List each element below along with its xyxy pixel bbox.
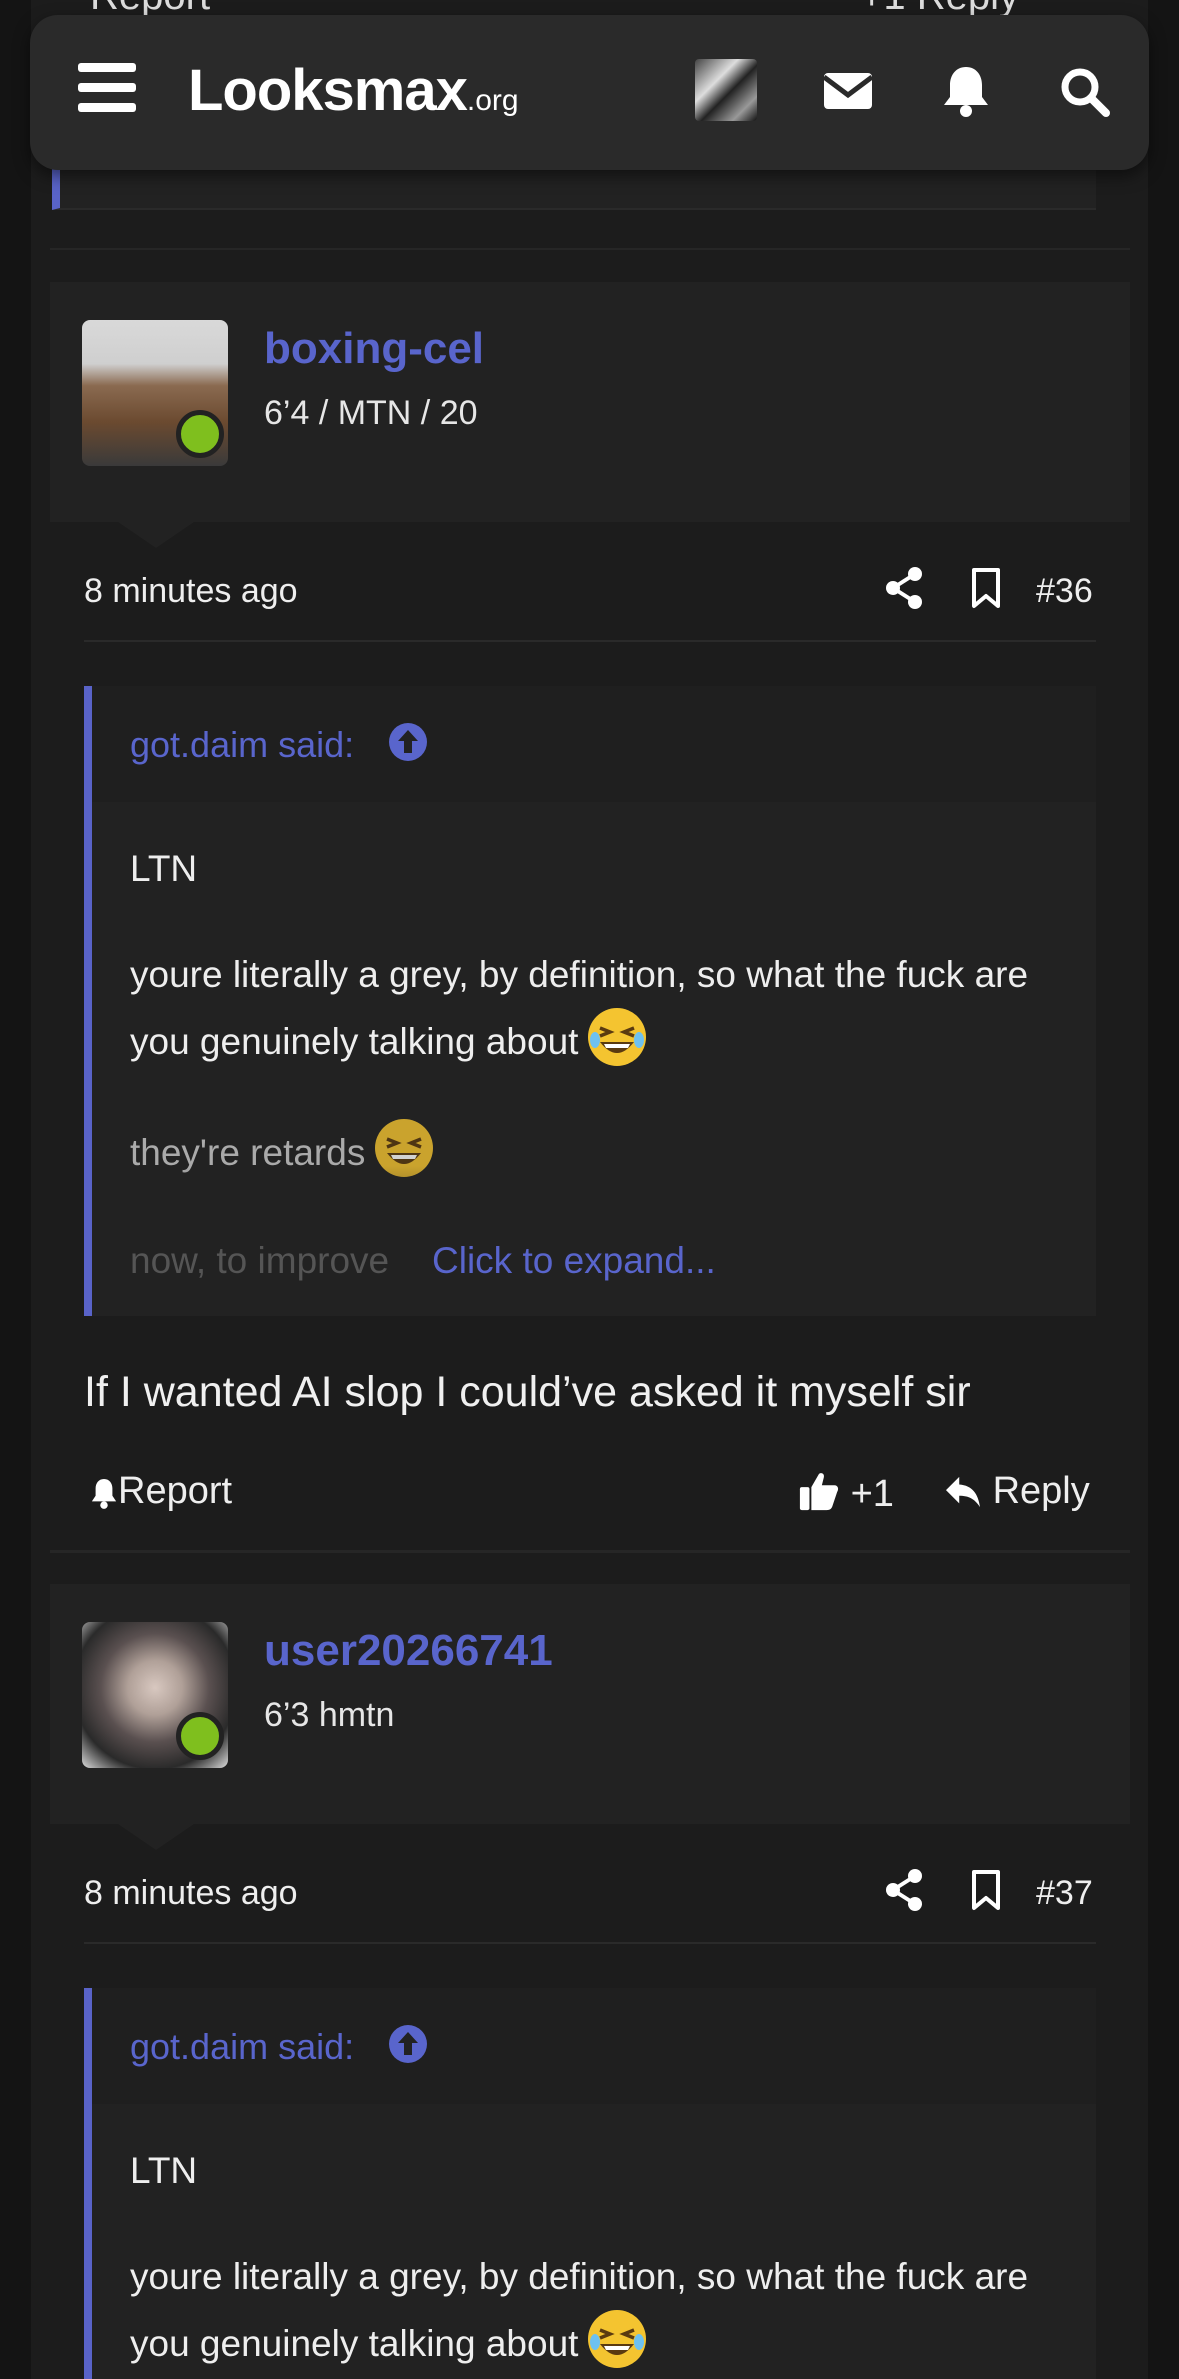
quote-header: got.daim said:	[92, 686, 1096, 802]
online-status-indicator	[176, 1712, 224, 1760]
share-icon[interactable]	[884, 566, 924, 610]
envelope-icon[interactable]	[820, 63, 876, 119]
post-message: If I wanted AI slop I could’ve asked it …	[84, 1368, 971, 1416]
online-status-indicator	[176, 410, 224, 458]
bell-icon[interactable]	[938, 63, 994, 119]
post-number-link[interactable]: #37	[1036, 1874, 1093, 1913]
post-divider	[50, 1550, 1130, 1553]
search-icon[interactable]	[1056, 63, 1112, 119]
username-link[interactable]: user20266741	[264, 1626, 553, 1676]
quote-author-link[interactable]: got.daim said:	[130, 2026, 354, 2068]
bookmark-icon[interactable]	[968, 1868, 1004, 1912]
menu-icon[interactable]	[78, 63, 136, 113]
user-header-pointer	[118, 522, 194, 548]
account-avatar[interactable]	[695, 59, 757, 121]
quote-author-link[interactable]: got.daim said:	[130, 724, 354, 766]
bookmark-icon[interactable]	[968, 566, 1004, 610]
peek-report: Report	[90, 0, 210, 15]
bell-icon	[91, 1479, 117, 1509]
quote-content: LTN youre literally a grey, by definitio…	[130, 2140, 1070, 2379]
click-to-expand-link[interactable]: Click to expand...	[432, 1240, 716, 1282]
like-count: +1	[850, 1473, 894, 1515]
quote-line: LTN	[130, 2150, 198, 2191]
reply-arrow-icon	[946, 1476, 980, 1508]
username-link[interactable]: boxing-cel	[264, 324, 484, 374]
post-meta: 8 minutes ago #36	[84, 562, 1096, 642]
share-icon[interactable]	[884, 1868, 924, 1912]
post-number-link[interactable]: #36	[1036, 572, 1093, 611]
reply-button[interactable]: Reply	[944, 1470, 1090, 1513]
post-timestamp[interactable]: 8 minutes ago	[84, 1874, 298, 1913]
report-button[interactable]: Report	[90, 1470, 232, 1513]
peek-reply: +1 Reply	[860, 0, 1019, 15]
post-37: user20266741 6’3 hmtn 8 minutes ago #37 …	[50, 1584, 1130, 2379]
logo-text: Looksmax	[188, 58, 468, 123]
quote-block: got.daim said: LTN youre literally a gre…	[84, 686, 1096, 1316]
quote-line-with-emoji: youre literally a grey, by definition, s…	[130, 2246, 1070, 2375]
thumbs-up-icon	[799, 1473, 839, 1511]
post-user-header: user20266741 6’3 hmtn	[50, 1584, 1130, 1824]
quote-line-faded: now, to improve	[130, 1240, 390, 1281]
user-title: 6’3 hmtn	[264, 1696, 395, 1734]
quote-header: got.daim said:	[92, 1988, 1096, 2104]
post-timestamp[interactable]: 8 minutes ago	[84, 572, 298, 611]
reply-label: Reply	[992, 1470, 1090, 1512]
user-title: 6’4 / MTN / 20	[264, 394, 478, 432]
user-header-pointer	[118, 1824, 194, 1850]
arrow-up-circle-icon[interactable]	[388, 722, 428, 762]
quote-line-with-emoji: youre literally a grey, by definition, s…	[130, 944, 1070, 1073]
post-user-header: boxing-cel 6’4 / MTN / 20	[50, 282, 1130, 522]
previous-post-actions-peek: Report +1 Reply	[90, 0, 1090, 15]
quote-line: LTN	[130, 848, 198, 889]
post-meta: 8 minutes ago #37	[84, 1864, 1096, 1944]
post-actions: Report +1 Reply	[84, 1462, 1096, 1542]
laughing-emoji-icon	[588, 2310, 647, 2368]
laughing-emoji-icon	[588, 1008, 647, 1066]
quote-line: youre literally a grey, by definition, s…	[130, 2256, 1029, 2364]
quote-line: youre literally a grey, by definition, s…	[130, 954, 1029, 1062]
page: Report +1 Reply Looksmax.org boxing-cel …	[0, 0, 1179, 2379]
logo-suffix: .org	[466, 84, 519, 117]
top-navigation-bar: Looksmax.org	[30, 15, 1149, 170]
like-button[interactable]: +1	[798, 1470, 894, 1516]
site-logo[interactable]: Looksmax.org	[188, 57, 519, 124]
arrow-up-circle-icon[interactable]	[388, 2024, 428, 2064]
post-divider	[50, 248, 1130, 250]
quote-block: got.daim said: LTN youre literally a gre…	[84, 1988, 1096, 2379]
report-label: Report	[118, 1470, 233, 1512]
post-36: boxing-cel 6’4 / MTN / 20 8 minutes ago …	[50, 282, 1130, 1552]
